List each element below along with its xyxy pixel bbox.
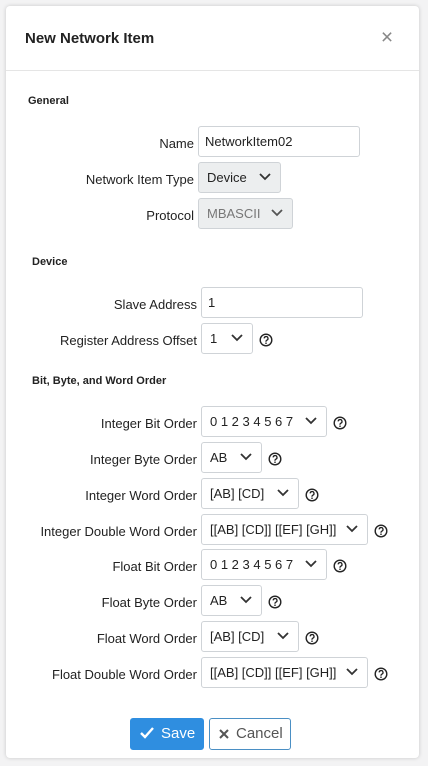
float-byte-order-select[interactable]: AB [201,585,262,616]
integer-byte-order-label: Integer Byte Order [90,452,197,467]
dialog-title: New Network Item [25,30,155,47]
new-network-item-dialog: New Network Item × General Name Network … [6,6,419,758]
cancel-button[interactable]: Cancel [209,718,291,750]
help-icon[interactable] [268,452,282,466]
name-label: Name [159,136,194,151]
chevron-down-icon [231,334,243,342]
float-double-word-order-select[interactable]: [[AB] [CD]] [[EF] [GH]] [201,657,368,688]
network-item-type-select[interactable]: Device [198,162,281,193]
chevron-down-icon [277,632,289,640]
protocol-select[interactable]: MBASCII [198,198,293,229]
help-icon[interactable] [305,631,319,645]
network-item-type-value: Device [207,170,247,185]
section-bit-byte-word-order: Bit, Byte, and Word Order [32,375,167,387]
x-icon [219,729,229,739]
float-word-order-value: [AB] [CD] [210,629,265,644]
chevron-down-icon [346,525,358,533]
integer-bit-order-select[interactable]: 0 1 2 3 4 5 6 7 [201,406,327,437]
protocol-label: Protocol [146,208,194,223]
help-icon[interactable] [374,667,388,681]
network-item-type-label: Network Item Type [85,172,194,187]
float-bit-order-value: 0 1 2 3 4 5 6 7 [210,557,294,572]
integer-byte-order-value: AB [210,450,228,465]
integer-bit-order-value: 0 1 2 3 4 5 6 7 [210,414,294,429]
register-address-offset-value: 1 [210,331,218,346]
help-icon[interactable] [374,524,388,538]
save-button[interactable]: Save [130,718,204,750]
help-icon[interactable] [333,559,347,573]
dialog-header: New Network Item × [6,6,419,71]
chevron-down-icon [305,417,317,425]
integer-word-order-label: Integer Word Order [85,488,197,503]
float-double-word-order-value: [[AB] [CD]] [[EF] [GH]] [210,665,337,680]
float-word-order-select[interactable]: [AB] [CD] [201,621,299,652]
slave-address-label: Slave Address [113,297,197,312]
chevron-down-icon [277,489,289,497]
help-icon[interactable] [259,333,273,347]
help-icon[interactable] [305,488,319,502]
integer-byte-order-select[interactable]: AB [201,442,262,473]
section-device: Device [32,256,68,268]
chevron-down-icon [305,560,317,568]
chevron-down-icon [346,668,358,676]
integer-double-word-order-select[interactable]: [[AB] [CD]] [[EF] [GH]] [201,514,368,545]
integer-word-order-select[interactable]: [AB] [CD] [201,478,299,509]
integer-word-order-value: [AB] [CD] [210,486,265,501]
help-icon[interactable] [268,595,282,609]
chevron-down-icon [271,209,283,217]
float-bit-order-label: Float Bit Order [112,559,197,574]
chevron-down-icon [240,453,252,461]
save-button-label: Save [161,725,196,742]
float-byte-order-value: AB [210,593,228,608]
float-double-word-order-label: Float Double Word Order [52,667,197,682]
help-icon[interactable] [333,416,347,430]
float-bit-order-select[interactable]: 0 1 2 3 4 5 6 7 [201,549,327,580]
check-icon [140,727,154,739]
float-byte-order-label: Float Byte Order [101,595,197,610]
register-address-offset-label: Register Address Offset [59,333,197,348]
integer-double-word-order-value: [[AB] [CD]] [[EF] [GH]] [210,522,337,537]
protocol-value: MBASCII [207,206,261,221]
register-address-offset-select[interactable]: 1 [201,323,253,354]
float-word-order-label: Float Word Order [96,631,197,646]
integer-bit-order-label: Integer Bit Order [100,416,197,431]
integer-double-word-order-label: Integer Double Word Order [40,524,197,539]
section-general: General [28,95,69,107]
cancel-button-label: Cancel [236,725,283,742]
chevron-down-icon [240,596,252,604]
close-icon[interactable]: × [376,27,398,50]
chevron-down-icon [259,173,271,181]
slave-address-input[interactable] [201,287,363,318]
name-input[interactable] [198,126,360,157]
